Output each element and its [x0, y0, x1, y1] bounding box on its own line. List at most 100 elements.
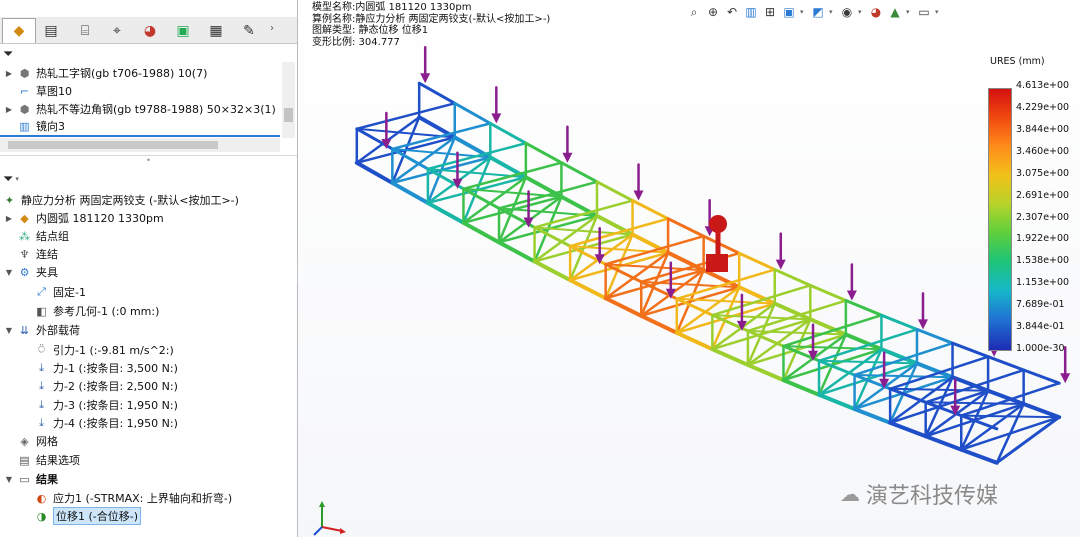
collapse-arrow-icon[interactable]: ▼ — [4, 268, 14, 277]
truss-member — [888, 420, 928, 439]
result-item-displacement[interactable]: ◑ 位移1 (-合位移-) — [34, 507, 142, 525]
force-icon: ⤓ — [39, 398, 44, 411]
custom-tab[interactable]: ✎ — [232, 18, 266, 44]
wechat-logo-icon: ☁ — [840, 482, 860, 506]
results[interactable]: ▼ ▭ 结果 — [4, 470, 58, 488]
truss-member — [666, 217, 706, 238]
external-loads-icon: ⇊ — [19, 323, 30, 337]
truss-member — [808, 283, 848, 303]
simulation-study-tab[interactable]: ▣ — [166, 18, 200, 44]
property-manager-tab[interactable]: ▤ — [34, 18, 68, 44]
study-root-label: 静应力分析 两固定两铰支 (-默认<按加工>-) — [21, 194, 239, 207]
display-manager-tab[interactable]: ◕ — [133, 18, 167, 44]
weldment-icon: ⬢ — [19, 102, 30, 116]
tree-item-ibeam[interactable]: ▶ ⬢ 热轧工字钢(gb t706-1988) 10(7) — [4, 64, 207, 82]
tree-vertical-scrollbar[interactable] — [282, 62, 295, 138]
load-item[interactable]: ⤓ 力-2 (:按条目: 2,500 N:) — [34, 377, 178, 395]
axis-triad — [313, 501, 346, 536]
watermark-text: 演艺科技传媒 — [866, 484, 999, 509]
truss-member — [959, 447, 999, 465]
panel-splitter[interactable]: • — [0, 155, 297, 166]
load-item-label: 引力-1 (:-9.81 m/s^2:) — [53, 344, 174, 357]
truss-member — [915, 327, 955, 345]
legend-tick-label: 4.229e+00 — [1016, 101, 1070, 113]
truss-member — [781, 378, 822, 397]
legend-tick-label: 1.922e+00 — [1016, 233, 1070, 245]
joint-group-icon: ⁂ — [19, 229, 30, 243]
fixture-icon: ⚙ — [19, 265, 30, 279]
study-part[interactable]: ▶ ◆ 内圆弧 181120 1330pm — [4, 209, 164, 227]
legend-tick-label: 3.460e+00 — [1016, 145, 1070, 157]
truss-member — [595, 180, 635, 203]
truss-member — [354, 160, 395, 185]
expand-arrow-icon[interactable]: ▶ — [4, 214, 14, 223]
external-loads[interactable]: ▼ ⇊ 外部载荷 — [4, 321, 80, 339]
truss-member — [702, 234, 741, 255]
legend-tick-label: 3.844e+00 — [1016, 123, 1070, 135]
filter-dropdown-icon[interactable]: ▾ — [15, 175, 19, 183]
tree-item-mirror3[interactable]: ▥ 镜向3 — [4, 118, 65, 134]
legend-tick-label: 2.691e+00 — [1016, 189, 1070, 201]
filter-icon[interactable]: ⏷ — [3, 47, 13, 62]
load-arrow-head — [420, 73, 431, 84]
legend-colorbar — [988, 88, 1012, 351]
result-item-stress[interactable]: ◐ 应力1 (-STRMAX: 上界轴向和折弯-) — [34, 489, 232, 507]
filter-icon[interactable]: ⏷ — [3, 172, 13, 187]
dimxpert-tab[interactable]: ⌖ — [100, 18, 134, 44]
displacement-plot-icon: ◑ — [36, 509, 47, 523]
legend-tick-label: 1.153e+00 — [1016, 277, 1070, 289]
truss-member — [355, 102, 457, 131]
truss-member — [425, 200, 466, 225]
truss-member — [817, 392, 857, 411]
fixtures[interactable]: ▼ ⚙ 夹具 — [4, 263, 58, 281]
mesh[interactable]: ◈ 网格 — [17, 432, 58, 450]
joint-group[interactable]: ⁂ 结点组 — [4, 227, 69, 245]
load-item[interactable]: ⤓ 力-3 (:按条目: 1,950 N:) — [34, 396, 178, 414]
truss-member — [568, 217, 670, 248]
result-options[interactable]: ▤ 结果选项 — [17, 451, 80, 469]
mesh-label: 网格 — [36, 435, 58, 448]
filter-row-top: ⏷ — [0, 45, 297, 63]
load-arrow-head — [562, 152, 573, 163]
load-item-label: 力-2 (:按条目: 2,500 N:) — [53, 380, 178, 393]
expand-arrow-icon[interactable]: ▶ — [4, 69, 14, 78]
mbd-tab[interactable]: ▦ — [199, 18, 233, 44]
manager-tab-bar: ◆ ▤ ⌸ ⌖ ◕ ▣ ▦ ✎ › — [0, 17, 297, 44]
study-part-label: 内圆弧 181120 1330pm — [36, 212, 164, 225]
load-item[interactable]: ⤓ 力-1 (:按条目: 3,500 N:) — [34, 359, 178, 377]
connections[interactable]: ♆ 连结 — [4, 245, 58, 263]
watermark: ☁ 演艺科技传媒 — [840, 478, 998, 510]
truss-model-view[interactable] — [298, 0, 1080, 537]
fixture-item[interactable]: ◧ 参考几何-1 (:0 mm:) — [34, 302, 159, 320]
result-options-label: 结果选项 — [36, 454, 80, 467]
feature-manager-tab[interactable]: ◆ — [2, 18, 36, 43]
load-item-label: 力-4 (:按条目: 1,950 N:) — [53, 417, 178, 430]
collapse-arrow-icon[interactable]: ▼ — [4, 475, 14, 484]
study-root[interactable]: ✦ 静应力分析 两固定两铰支 (-默认<按加工>-) — [2, 191, 239, 209]
truss-member — [559, 161, 599, 184]
results-label: 结果 — [36, 473, 58, 486]
load-item[interactable]: ⤓ 力-4 (:按条目: 1,950 N:) — [34, 414, 178, 432]
collapse-arrow-icon[interactable]: ▼ — [4, 326, 14, 335]
tab-overflow-icon[interactable]: › — [270, 23, 274, 34]
static-study-icon: ✦ — [4, 193, 15, 207]
tree-item-angle-steel[interactable]: ▶ ⬢ 热轧不等边角钢(gb t9788-1988) 50×32×3(1) — [4, 100, 276, 118]
load-item[interactable]: ⍥ 引力-1 (:-9.81 m/s^2:) — [34, 341, 174, 359]
mesh-icon: ◈ — [20, 434, 29, 448]
part-icon: ◆ — [20, 211, 29, 225]
load-arrow-head — [1060, 373, 1071, 384]
tree-item-sketch10[interactable]: ⌐ 草图10 — [4, 82, 72, 100]
insert-marker — [0, 135, 280, 137]
legend-tick-label: 3.075e+00 — [1016, 167, 1070, 179]
reference-geometry-icon: ◧ — [36, 304, 47, 318]
fixture-item[interactable]: ⤢ 固定-1 — [34, 283, 86, 301]
tree-item-label: 热轧不等边角钢(gb t9788-1988) 50×32×3(1) — [36, 103, 276, 116]
legend-tick-label: 7.689e-01 — [1016, 299, 1065, 311]
configuration-manager-tab[interactable]: ⌸ — [68, 18, 102, 44]
tree-horizontal-scrollbar[interactable] — [0, 138, 280, 152]
truss-member — [488, 121, 528, 145]
truss-member — [603, 296, 644, 318]
truss-member — [1021, 402, 1062, 420]
legend-tick-label: 3.844e-01 — [1016, 321, 1065, 333]
expand-arrow-icon[interactable]: ▶ — [4, 105, 14, 114]
